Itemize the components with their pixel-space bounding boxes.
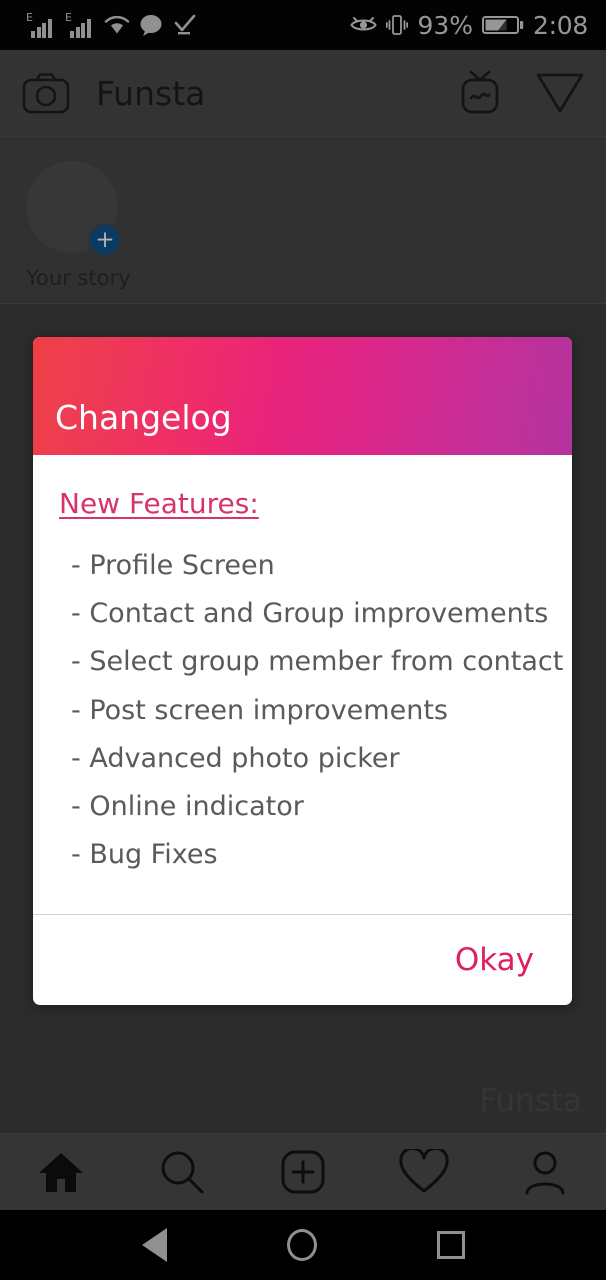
okay-button[interactable]: Okay — [445, 934, 544, 986]
dialog-actions: Okay — [33, 915, 572, 1005]
list-item: - Post screen improvements — [71, 694, 448, 726]
dialog-title: Changelog — [55, 398, 232, 437]
list-item: - Advanced photo picker — [71, 742, 400, 774]
list-item: - Online indicator — [71, 791, 304, 823]
dialog-subtitle: New Features: — [59, 487, 259, 520]
phone-screen: E E 93% 2:08 Funsta + Your story Funsta … — [0, 0, 606, 1280]
list-item: - Profile Screen — [71, 550, 275, 581]
list-item: - Bug Fixes — [71, 839, 218, 871]
dialog-body: New Features: - Profile Screen - Contact… — [33, 455, 572, 902]
list-item: - Select group member from contact — [71, 646, 564, 678]
feature-list: - Profile Screen - Contact and Group imp… — [59, 542, 572, 880]
dialog-header: Changelog — [33, 337, 572, 455]
changelog-dialog: Changelog New Features: - Profile Screen… — [33, 337, 572, 1005]
list-item: - Contact and Group improvements — [71, 598, 549, 630]
